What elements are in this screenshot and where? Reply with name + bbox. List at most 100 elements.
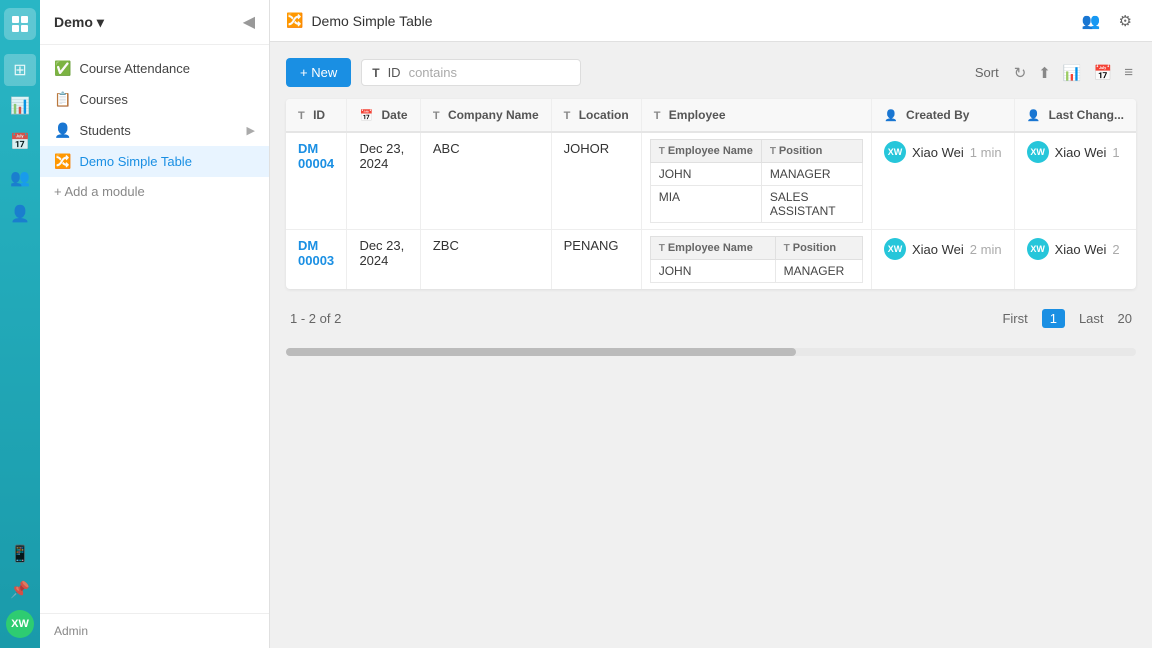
calendar-view-button[interactable]: 📅 [1091,61,1116,85]
creator-info: XW Xiao Wei 2 min [884,238,1002,260]
row-id-cell: DM 00003 [286,230,347,290]
employee-col-label: Employee [669,108,726,122]
col-header-id: T ID [286,99,347,132]
students-icon: 👤 [54,122,71,139]
company-col-icon: T [433,110,440,122]
last-changed-col-label: Last Chang... [1049,108,1124,122]
sort-bar: Sort ↻ ⬆ 📊 📅 ≡ [975,61,1136,85]
rail-chart-icon[interactable]: 📊 [4,90,36,122]
export-button[interactable]: ⬆ [1035,61,1054,85]
rail-mobile-icon[interactable]: 📱 [4,538,36,570]
last-changed-avatar: XW [1027,238,1049,260]
page-controls: First 1 Last 20 [996,309,1132,328]
rail-users-icon[interactable]: 👥 [4,162,36,194]
row-created-by-cell: XW Xiao Wei 2 min [872,230,1015,290]
sidebar-item-label: Course Attendance [79,61,190,76]
col-header-location: T Location [551,99,641,132]
filter-type-icon: T [372,66,379,80]
employee-sub-table: TEmployee NameTPositionJOHNMANAGER [650,236,863,283]
row-company-cell: ZBC [420,230,551,290]
sidebar-add-module[interactable]: + Add a module [40,177,269,206]
emp-name-col-header: TEmployee Name [650,140,761,163]
rail-bottom: 📱 📌 XW [4,538,36,648]
created-by-col-icon: 👤 [884,110,898,122]
user-plus-button[interactable]: 👥 [1078,8,1105,34]
topbar-actions: 👥 ⚙ [1078,8,1136,34]
sidebar-item-label: Demo Simple Table [79,154,191,169]
filter-operator: contains [409,65,457,80]
emp-name-col-header: TEmployee Name [650,237,775,260]
col-header-created-by: 👤 Created By [872,99,1015,132]
list-view-button[interactable]: ≡ [1121,61,1136,85]
horizontal-scrollbar[interactable] [286,348,1136,356]
last-page-button[interactable]: Last [1073,309,1110,328]
rail-avatar[interactable]: XW [6,610,34,638]
location-col-icon: T [564,110,571,122]
students-chevron: ▶ [247,124,255,137]
filter-bar[interactable]: T ID contains [361,59,581,86]
creator-avatar: XW [884,141,906,163]
sidebar-item-students[interactable]: 👤 Students ▶ [40,115,269,146]
table-row[interactable]: DM 00004Dec 23, 2024ABCJOHORTEmployee Na… [286,132,1136,230]
content-area: + New T ID contains Sort ↻ ⬆ 📊 📅 ≡ [270,42,1152,648]
icon-rail: ⊞ 📊 📅 👥 👤 📱 📌 XW [0,0,40,648]
last-changed-info: XW Xiao Wei 1 [1027,141,1124,163]
rail-home-icon[interactable]: ⊞ [4,54,36,86]
last-changed-time: 1 [1112,145,1119,160]
sidebar-item-course-attendance[interactable]: ✅ Course Attendance [40,53,269,84]
settings-button[interactable]: ⚙ [1115,8,1136,34]
col-header-date: 📅 Date [347,99,420,132]
last-changed-col-icon: 👤 [1027,110,1041,122]
sort-label: Sort [975,65,999,80]
rail-calendar-icon[interactable]: 📅 [4,126,36,158]
page-size: 20 [1118,311,1132,326]
row-employee-cell: TEmployee NameTPositionJOHNMANAGER [641,230,871,290]
table-header-row: T ID 📅 Date T Company Name T [286,99,1136,132]
data-table: T ID 📅 Date T Company Name T [286,99,1136,289]
reload-button[interactable]: ↻ [1011,61,1030,85]
id-col-icon: T [298,110,305,122]
dropdown-icon: ▾ [97,14,104,31]
sidebar-collapse-btn[interactable]: ◀ [243,12,255,32]
row-company-cell: ABC [420,132,551,230]
scrollbar-thumb [286,348,796,356]
creator-name: Xiao Wei [912,145,964,160]
sidebar-header: Demo ▾ ◀ [40,0,269,45]
filter-field: ID [388,65,401,80]
company-col-label: Company Name [448,108,539,122]
add-module-label: + Add a module [54,184,145,199]
app-logo [4,8,36,40]
row-employee-cell: TEmployee NameTPositionJOHNMANAGERMIASAL… [641,132,871,230]
page-title: Demo Simple Table [311,13,432,29]
rail-person-icon[interactable]: 👤 [4,198,36,230]
topbar: 🔀 Demo Simple Table 👥 ⚙ [270,0,1152,42]
row-date-cell: Dec 23, 2024 [347,230,420,290]
topbar-title-area: 🔀 Demo Simple Table [286,12,433,29]
sidebar-item-courses[interactable]: 📋 Courses [40,84,269,115]
rail-pin-icon[interactable]: 📌 [4,574,36,606]
row-id-cell: DM 00004 [286,132,347,230]
sidebar-item-demo-simple-table[interactable]: 🔀 Demo Simple Table [40,146,269,177]
new-button-label: + New [300,65,337,80]
employee-name-cell: JOHN [650,260,775,283]
employee-position-cell: MANAGER [775,260,862,283]
row-created-by-cell: XW Xiao Wei 1 min [872,132,1015,230]
chart-view-button[interactable]: 📊 [1060,61,1085,85]
employee-sub-table: TEmployee NameTPositionJOHNMANAGERMIASAL… [650,139,863,223]
emp-position-col-header: TPosition [775,237,862,260]
row-location-cell: PENANG [551,230,641,290]
employee-col-icon: T [654,110,661,122]
pagination: 1 - 2 of 2 First 1 Last 20 [286,301,1136,336]
view-icons: ↻ ⬆ 📊 📅 ≡ [1011,61,1136,85]
sidebar-item-label: Courses [79,92,127,107]
courses-icon: 📋 [54,91,71,108]
last-changed-time: 2 [1112,242,1119,257]
table-row[interactable]: DM 00003Dec 23, 2024ZBCPENANGTEmployee N… [286,230,1136,290]
main-content: 🔀 Demo Simple Table 👥 ⚙ + New T ID conta… [270,0,1152,648]
location-col-label: Location [579,108,629,122]
created-by-col-label: Created By [906,108,969,122]
first-page-button[interactable]: First [996,309,1033,328]
sidebar-footer-label: Admin [54,624,88,638]
employee-position-cell: SALES ASSISTANT [761,186,862,223]
new-button[interactable]: + New [286,58,351,87]
